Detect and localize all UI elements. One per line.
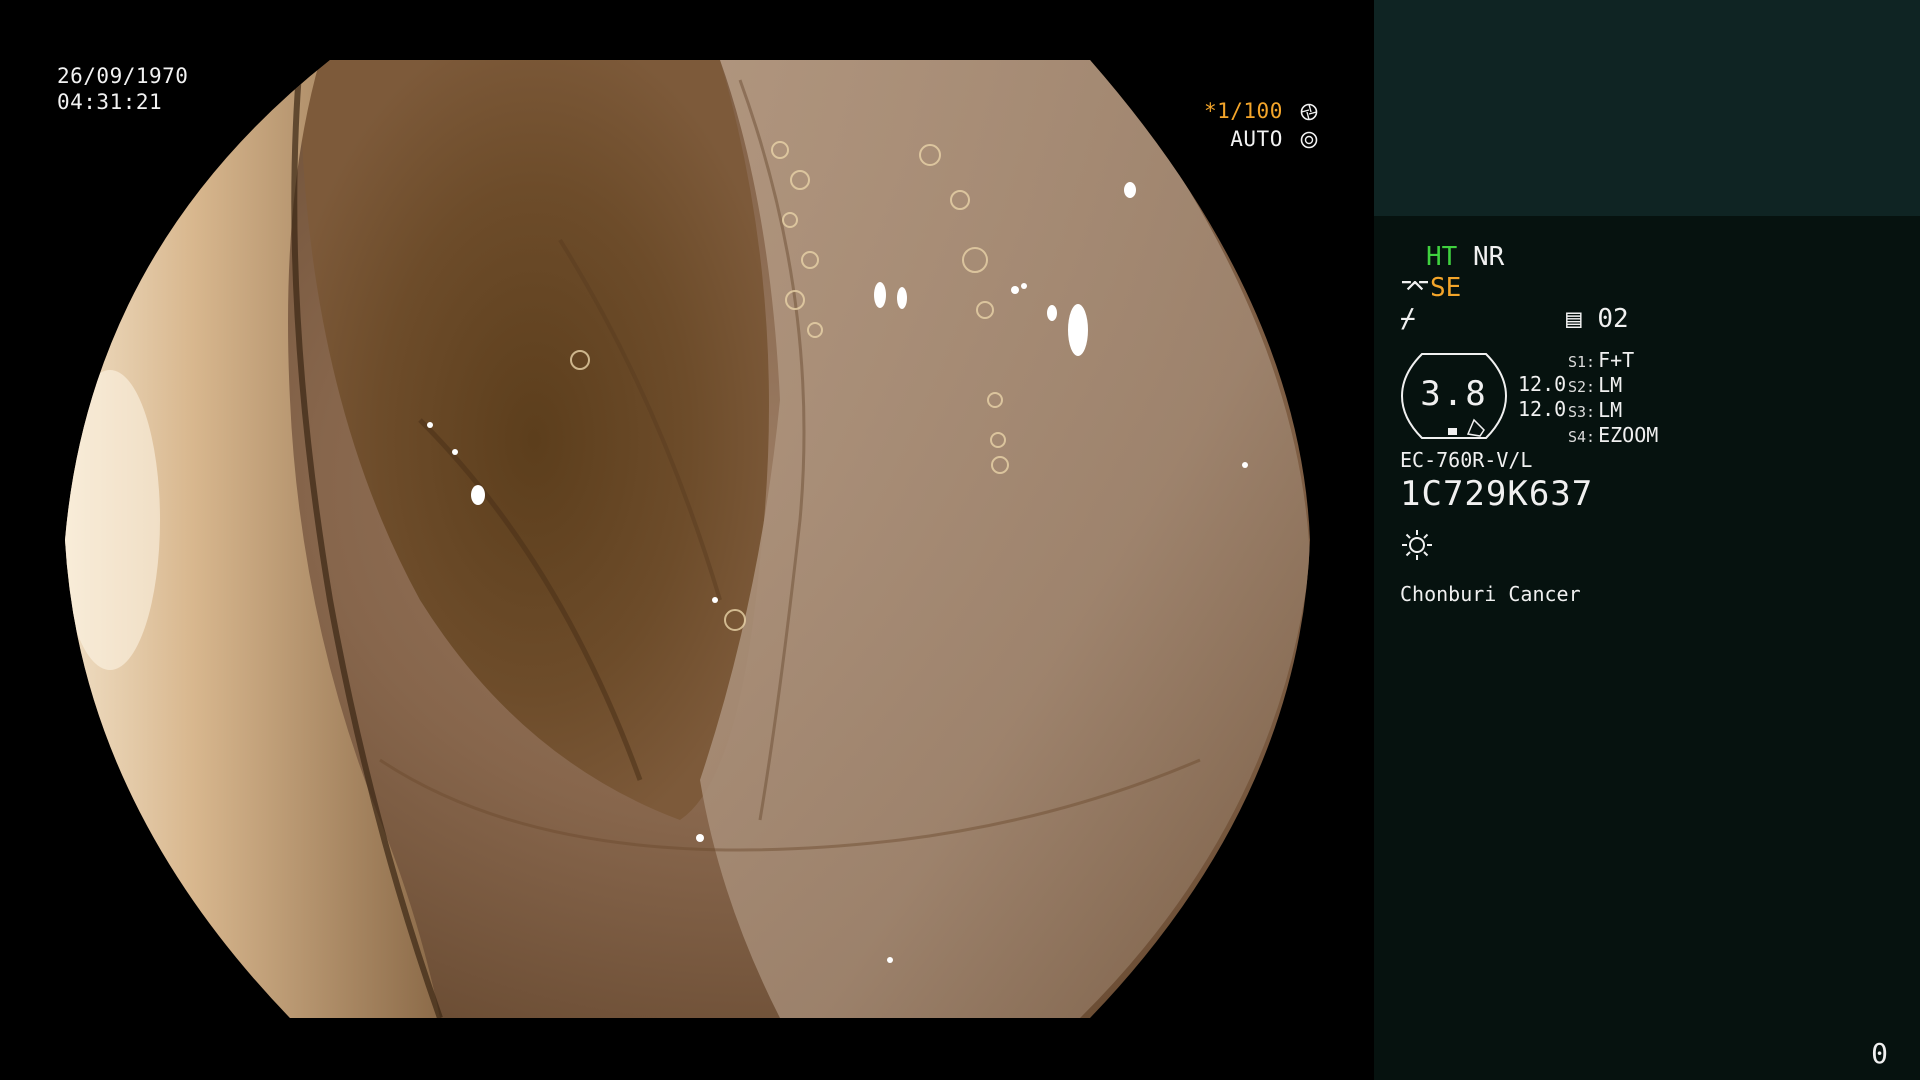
shutter-label: *1/100 <box>1203 99 1283 123</box>
endoscopic-image <box>65 60 1310 1018</box>
timestamp: 26/09/1970 04:31:21 <box>57 63 188 115</box>
level-value-1: 12.0 <box>1518 372 1567 396</box>
scope-model: EC-760R-V/L <box>1400 448 1533 472</box>
switch-value: LM <box>1598 373 1623 397</box>
scope-serial: 1C729K637 <box>1400 474 1594 514</box>
switch-key: S1: <box>1568 353 1596 371</box>
mode-indicators: HT NR <box>1426 242 1504 272</box>
level-value-2: 12.0 <box>1518 397 1567 421</box>
se-indicator: SE <box>1429 273 1462 303</box>
iris-icon <box>1300 131 1318 149</box>
ht-indicator: HT <box>1426 242 1458 272</box>
zoom-value: 3.8 <box>1420 374 1488 414</box>
switch-key: S2: <box>1568 378 1596 396</box>
switch-key: S4: <box>1568 428 1596 446</box>
info-panel: HT NR ⌤SE ⌿ ▤ 02 3.8 12.0 12.0 S1: F+T S2… <box>1374 0 1920 1080</box>
switch-value: F+T <box>1598 348 1635 372</box>
time-label: 04:31:21 <box>57 90 163 114</box>
exposure-mode: AUTO <box>1230 126 1318 152</box>
panel-header <box>1374 0 1920 216</box>
switch-row-s2: S2: LM <box>1568 373 1622 397</box>
aperture-icon <box>1300 103 1318 121</box>
memo-value: 02 <box>1597 304 1629 334</box>
structure-enhance-row: ⌤SE <box>1400 273 1461 303</box>
nr-indicator: NR <box>1472 242 1505 272</box>
switch-row-s4: S4: EZOOM <box>1568 423 1658 447</box>
zoom-marker <box>1448 428 1457 435</box>
switch-value: EZOOM <box>1598 423 1659 447</box>
light-source-icon <box>1402 530 1432 560</box>
switch-row-s3: S3: LM <box>1568 398 1622 422</box>
memo-icon: ▤ <box>1566 304 1582 334</box>
switch-value: LM <box>1598 398 1623 422</box>
institution-name: Chonburi Cancer <box>1400 582 1581 606</box>
structure-enhance-icon: ⌤ <box>1400 273 1430 303</box>
switch-row-s1: S1: F+T <box>1568 348 1634 372</box>
image-counter: 0 <box>1871 1037 1888 1070</box>
switch-key: S3: <box>1568 403 1596 421</box>
endoscopy-viewport: 26/09/1970 04:31:21 *1/100 AUTO <box>0 0 1374 1080</box>
exposure-label: AUTO <box>1230 127 1283 151</box>
zoom-lever-icon <box>1466 418 1485 437</box>
memory-row: ▤ 02 <box>1566 304 1629 334</box>
shutter-speed: *1/100 <box>1204 98 1318 124</box>
bend-icon: ⌿ <box>1400 304 1416 334</box>
date-label: 26/09/1970 <box>57 64 189 88</box>
